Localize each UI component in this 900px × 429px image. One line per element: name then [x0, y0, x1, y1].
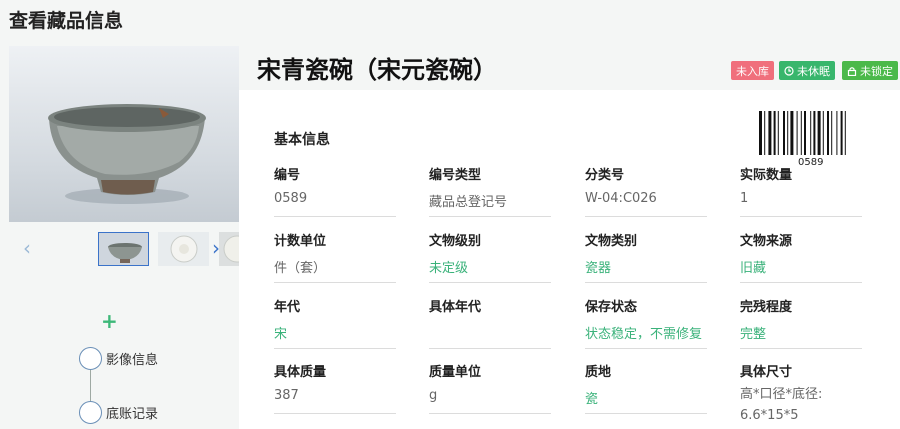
info-field: 实际数量 1: [740, 164, 862, 217]
field-label: 质地: [585, 365, 612, 380]
info-field: 具体年代: [429, 296, 551, 349]
info-field: 文物来源 旧藏: [740, 230, 862, 283]
field-value: [429, 323, 551, 343]
field-value: 旧藏: [740, 261, 767, 276]
status-badge-not-dormant[interactable]: 未休眠: [779, 61, 835, 80]
field-label: 具体尺寸: [740, 365, 793, 380]
info-field: 保存状态状态稳定，不需修复: [585, 296, 707, 349]
page-title: 查看藏品信息: [9, 10, 124, 32]
field-label: 文物级别: [429, 234, 482, 249]
field-value: W-04:C026: [585, 191, 657, 206]
field-label: 质量单位: [429, 365, 482, 380]
field-value: 件（套）: [274, 261, 327, 276]
timeline-node-icon: [79, 400, 102, 424]
field-underline: [740, 216, 862, 217]
next-arrow-icon[interactable]: ›: [212, 238, 220, 258]
timeline-item-ledger-record[interactable]: 底账记录: [79, 400, 158, 424]
field-label: 实际数量: [740, 168, 793, 183]
field-underline: [740, 282, 862, 283]
field-label: 编号类型: [429, 168, 482, 183]
field-value: 瓷器: [585, 261, 612, 276]
timeline-item-label: 底账记录: [106, 406, 159, 422]
info-field: 文物类别 瓷器: [585, 230, 707, 283]
field-label: 年代: [274, 300, 301, 315]
field-value: 高*口径*底径: 6.6*15*5: [740, 387, 823, 423]
field-underline: [274, 413, 396, 414]
barcode-image: [759, 111, 846, 155]
status-badge-not-locked[interactable]: 未锁定: [842, 61, 898, 80]
info-field: 年代宋: [274, 296, 396, 349]
timeline-item-image-info[interactable]: 影像信息: [79, 346, 158, 370]
badge-label: 未休眠: [797, 64, 830, 78]
status-badge-not-stored[interactable]: 未入库: [731, 61, 774, 80]
info-field: 计数单位件（套）: [274, 230, 396, 283]
info-field: 文物级别 未定级: [429, 230, 551, 283]
info-field: 分类号 W-04:C026: [585, 164, 707, 217]
field-underline: [429, 282, 551, 283]
field-underline: [585, 216, 707, 217]
field-label: 完残程度: [740, 300, 793, 315]
add-button[interactable]: +: [101, 311, 118, 331]
section-title: 基本信息: [274, 132, 330, 148]
field-label: 编号: [274, 168, 301, 183]
field-label: 保存状态: [585, 300, 638, 315]
bowl-photo: [48, 104, 206, 204]
thumbnail-strip: ‹ ›: [9, 230, 239, 268]
field-value: 宋: [274, 327, 288, 342]
field-label: 具体质量: [274, 365, 327, 380]
field-value: 1: [740, 191, 749, 206]
field-value: 状态稳定，不需修复: [585, 327, 703, 342]
prev-arrow-icon[interactable]: ‹: [23, 238, 31, 258]
field-value: g: [429, 388, 438, 403]
field-underline: [274, 216, 396, 217]
thumbnail-1[interactable]: [98, 232, 149, 266]
info-field: 具体质量 387: [274, 361, 396, 414]
field-underline: [274, 348, 396, 349]
field-label: 文物类别: [585, 234, 638, 249]
info-field: 质量单位 g: [429, 361, 551, 414]
field-underline: [429, 413, 551, 414]
info-field: 编号 0589: [274, 164, 396, 217]
field-underline: [585, 348, 707, 349]
field-value: 藏品总登记号: [429, 195, 508, 210]
field-label: 具体年代: [429, 300, 482, 315]
field-underline: [585, 413, 707, 414]
field-label: 计数单位: [274, 234, 327, 249]
field-value: 完整: [740, 327, 767, 342]
timeline-node-icon: [79, 346, 102, 370]
timeline-item-label: 影像信息: [106, 352, 159, 368]
badge-label: 未入库: [736, 64, 769, 78]
main-photo[interactable]: [9, 46, 239, 222]
field-underline: [429, 348, 551, 349]
info-field: 质地瓷: [585, 361, 707, 414]
field-value: 0589: [274, 191, 308, 206]
thumbnail-2[interactable]: [158, 232, 209, 266]
field-value: 387: [274, 388, 299, 403]
thumbnail-3[interactable]: [219, 232, 239, 266]
info-field: 编号类型藏品总登记号: [429, 164, 551, 217]
field-value: 未定级: [429, 261, 469, 276]
field-value: 瓷: [585, 392, 599, 407]
info-field: 具体尺寸高*口径*底径: 6.6*15*5: [740, 361, 862, 423]
info-field: 完残程度 完整: [740, 296, 862, 349]
field-label: 分类号: [585, 168, 625, 183]
field-underline: [274, 282, 396, 283]
object-title: 宋青瓷碗（宋元瓷碗）: [257, 56, 497, 84]
field-underline: [740, 348, 862, 349]
field-underline: [429, 216, 551, 217]
clock-icon: [784, 65, 794, 76]
field-label: 文物来源: [740, 234, 793, 249]
lock-icon: [847, 66, 857, 76]
badge-label: 未锁定: [860, 64, 893, 78]
field-underline: [585, 282, 707, 283]
